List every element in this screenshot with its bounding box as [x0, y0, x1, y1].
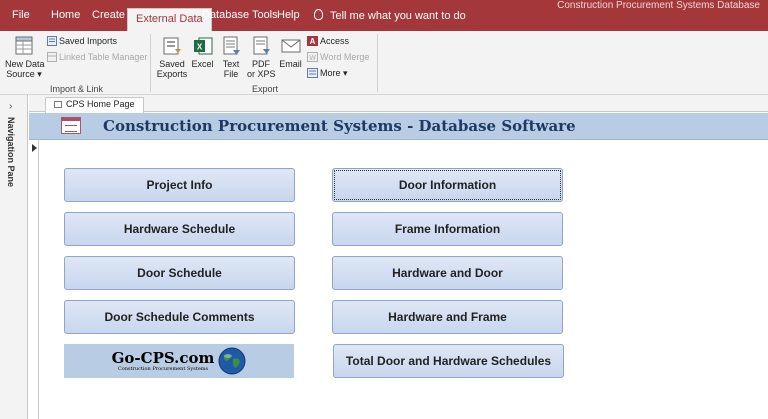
- tab-home[interactable]: Home: [51, 9, 80, 21]
- new-data-source-icon: [15, 36, 33, 55]
- svg-text:X: X: [196, 43, 202, 52]
- export-word-merge-button[interactable]: W Word Merge: [307, 52, 369, 62]
- svg-text:A: A: [310, 37, 316, 46]
- pdf-icon: [253, 36, 270, 55]
- hardware-and-frame-button[interactable]: Hardware and Frame: [332, 300, 563, 334]
- form-header-icon: [61, 117, 81, 134]
- word-merge-label: Word Merge: [320, 52, 370, 62]
- saved-exports-label-1: Saved: [159, 59, 185, 69]
- saved-imports-button[interactable]: Saved Imports: [47, 36, 117, 46]
- door-schedule-button[interactable]: Door Schedule: [64, 256, 295, 290]
- document-tab-label: CPS Home Page: [66, 99, 135, 109]
- tab-database-tools[interactable]: Database Tools: [202, 9, 278, 21]
- excel-label: Excel: [191, 59, 214, 69]
- logo-sub-text: Construction Procurement Systems: [117, 366, 209, 372]
- document-tab-bar: CPS Home Page: [29, 95, 768, 113]
- text-file-label-2: File: [223, 69, 239, 79]
- navigation-pane[interactable]: › Navigation Pane: [0, 95, 28, 419]
- group-separator: [377, 34, 378, 92]
- total-door-hardware-schedules-button[interactable]: Total Door and Hardware Schedules: [333, 344, 564, 378]
- new-data-source-button[interactable]: New Data Source ▾: [5, 35, 45, 79]
- saved-imports-icon: [47, 36, 57, 46]
- document-tab-cps-home-page[interactable]: CPS Home Page: [45, 97, 144, 113]
- more-icon: [307, 68, 318, 78]
- window-title: Construction Procurement Systems Databas…: [557, 0, 760, 11]
- globe-icon: [218, 347, 246, 375]
- form-icon: [54, 101, 62, 108]
- dropdown-arrow-icon: ▾: [34, 69, 42, 79]
- new-data-source-label-2: Source: [6, 69, 35, 79]
- frame-information-button[interactable]: Frame Information: [332, 212, 563, 246]
- group-separator: [150, 34, 151, 92]
- export-email-button[interactable]: Email: [278, 35, 303, 69]
- export-group-label: Export: [252, 84, 279, 94]
- export-pdf-xps-button[interactable]: PDF or XPS: [247, 35, 276, 79]
- tell-me-label: Tell me what you want to do: [330, 10, 466, 22]
- email-icon: [281, 39, 300, 53]
- hardware-and-door-button[interactable]: Hardware and Door: [332, 256, 563, 290]
- project-info-button[interactable]: Project Info: [64, 168, 295, 202]
- export-access-button[interactable]: A Access: [307, 36, 349, 46]
- saved-exports-label-2: Exports: [156, 69, 188, 79]
- pdf-label-1: PDF: [252, 59, 270, 69]
- linked-table-manager-label: Linked Table Manager: [59, 52, 148, 62]
- linked-table-manager-button[interactable]: Linked Table Manager: [47, 52, 147, 62]
- access-icon: A: [307, 36, 318, 46]
- hardware-schedule-button[interactable]: Hardware Schedule: [64, 212, 295, 246]
- expand-chevron-icon[interactable]: ›: [9, 101, 12, 112]
- linked-table-manager-icon: [47, 52, 57, 62]
- excel-icon: X: [193, 37, 212, 55]
- record-pointer-icon: [32, 144, 37, 152]
- navigation-pane-label: Navigation Pane: [6, 117, 16, 188]
- lightbulb-icon: [314, 9, 323, 20]
- access-label: Access: [320, 36, 350, 46]
- tab-help[interactable]: Help: [277, 9, 300, 21]
- go-cps-logo[interactable]: Go-CPS.com Construction Procurement Syst…: [64, 344, 294, 378]
- import-link-group-label: Import & Link: [50, 84, 104, 94]
- new-data-source-label-1: New Data: [5, 59, 45, 69]
- logo-main-text: Go-CPS.com: [111, 349, 215, 367]
- tab-create[interactable]: Create: [92, 9, 125, 21]
- text-file-label-1: Text: [222, 59, 240, 69]
- tab-file[interactable]: File: [12, 9, 30, 21]
- dropdown-arrow-icon: ▾: [340, 68, 348, 78]
- text-file-icon: [223, 36, 240, 55]
- saved-exports-icon: [163, 37, 181, 55]
- record-selector[interactable]: [29, 140, 39, 419]
- email-label: Email: [279, 59, 302, 69]
- export-excel-button[interactable]: X Excel: [190, 35, 215, 69]
- pdf-label-2: or XPS: [247, 69, 276, 79]
- tell-me-search[interactable]: Tell me what you want to do: [314, 9, 466, 22]
- tab-external-data[interactable]: External Data: [127, 8, 212, 31]
- saved-imports-label: Saved Imports: [59, 36, 118, 46]
- door-information-button[interactable]: Door Information: [332, 168, 563, 202]
- cps-home-form: Construction Procurement Systems - Datab…: [29, 113, 768, 419]
- more-label: More: [320, 68, 341, 78]
- word-merge-icon: W: [307, 52, 318, 62]
- door-schedule-comments-button[interactable]: Door Schedule Comments: [64, 300, 295, 334]
- export-text-file-button[interactable]: Text File: [219, 35, 243, 79]
- ribbon: New Data Source ▾ Saved Imports Linked T…: [0, 31, 768, 95]
- saved-exports-button[interactable]: Saved Exports: [156, 35, 188, 79]
- export-more-button[interactable]: More ▾: [307, 68, 348, 78]
- svg-text:W: W: [309, 55, 316, 62]
- ribbon-tab-bar: Construction Procurement Systems Databas…: [0, 0, 768, 31]
- form-header: Construction Procurement Systems - Datab…: [29, 113, 768, 140]
- form-title: Construction Procurement Systems - Datab…: [103, 117, 576, 135]
